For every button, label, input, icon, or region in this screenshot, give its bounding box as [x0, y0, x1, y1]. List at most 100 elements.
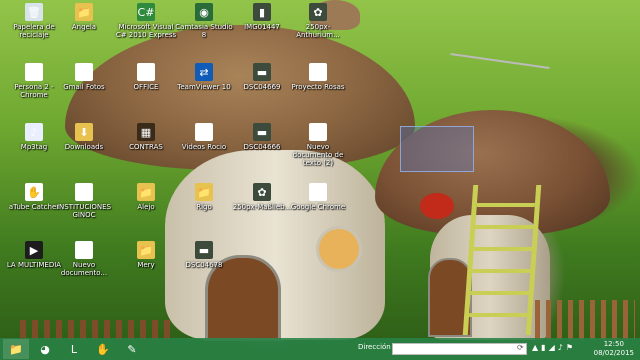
wallpaper-antenna: [450, 53, 550, 69]
wallpaper-small-door: [428, 258, 472, 337]
desktop-icon[interactable]: 📁 Rigo: [172, 183, 236, 211]
desktop-icon-label: Proyecto Rosas: [291, 83, 345, 91]
desktop-icon-label: 250px-Maßlieb...: [232, 203, 292, 211]
address-input[interactable]: [392, 343, 527, 355]
desktop-icon-label: DSC04678: [185, 261, 223, 269]
selection-rectangle: [400, 126, 474, 172]
wallpaper-round-window: [316, 226, 362, 272]
folder-icon: 📁: [137, 183, 155, 201]
desktop-icon[interactable]: ▮ IMG01447: [230, 3, 294, 31]
desktop-icon[interactable]: ▦ CONTRAS: [114, 123, 178, 151]
desktop-icon[interactable]: ◉ Camtasia Studio 8: [172, 3, 236, 39]
desktop-icon[interactable]: ▤ Nuevo documento de texto (2): [286, 123, 350, 167]
file-explorer-icon[interactable]: 📁: [3, 339, 29, 359]
wallpaper-ladybug: [420, 193, 454, 219]
desktop-icon-label: DSC04666: [243, 143, 281, 151]
desktop-icon-label: Mp3tag: [20, 143, 48, 151]
folder-icon: 📁: [75, 3, 93, 21]
word-document-icon: W: [137, 63, 155, 81]
image-icon: ✿: [309, 3, 327, 21]
address-label: Dirección: [358, 343, 391, 351]
desktop-icon[interactable]: W INSTITUCIONES GINOC: [52, 183, 116, 219]
word-document-icon: W: [75, 183, 93, 201]
desktop-icon-label: INSTITUCIONES GINOC: [56, 203, 112, 219]
chrome-icon: ◕: [309, 183, 327, 201]
wallpaper-ladder: [462, 185, 542, 335]
system-tray: ▲ ▮ ◢ ♪ ⚑: [532, 343, 573, 352]
multimedia-icon: ▶: [25, 241, 43, 259]
image-icon: ▬: [253, 123, 271, 141]
recycle-bin-icon: 🗑: [25, 3, 43, 21]
clock-date: 08/02/2015: [593, 349, 634, 357]
wallpaper-fence: [20, 320, 170, 340]
action-center-icon[interactable]: ⚑: [566, 343, 573, 352]
desktop-icon-label: CONTRAS: [129, 143, 163, 151]
chrome-icon[interactable]: ◕: [32, 339, 58, 359]
desktop-icon-label: Nuevo documento de texto (2): [292, 143, 344, 167]
desktop-icon[interactable]: ⇄ TeamViewer 10: [172, 63, 236, 91]
desktop-icon-label: Mery: [137, 261, 155, 269]
document-icon: ▤: [195, 123, 213, 141]
desktop-icon[interactable]: ▬ DSC04678: [172, 241, 236, 269]
lync-icon[interactable]: L: [61, 339, 87, 359]
desktop-icon-label: 250px-Anthurium...: [296, 23, 340, 39]
desktop-icon-label: Downloads: [64, 143, 104, 151]
notes-icon[interactable]: ✎: [119, 339, 145, 359]
wallpaper-small-mushroom-stem: [430, 215, 550, 340]
atube-catcher-icon: ✋: [25, 183, 43, 201]
image-icon: ▬: [195, 241, 213, 259]
desktop-icon[interactable]: ✿ 250px-Anthurium...: [286, 3, 350, 39]
desktop-icon-label: Camtasia Studio 8: [175, 23, 233, 39]
show-hidden-icons-icon[interactable]: ▲: [532, 343, 538, 352]
desktop-icon-label: IMG01447: [244, 23, 280, 31]
desktop-icon[interactable]: ▤ Videos Rocio: [172, 123, 236, 151]
desktop-icon[interactable]: ▬ DSC04669: [230, 63, 294, 91]
image-icon: ▬: [253, 63, 271, 81]
visual-studio-icon: C#: [137, 3, 155, 21]
chrome-icon: ◕: [25, 63, 43, 81]
battery-icon[interactable]: ▮: [541, 343, 545, 352]
folder-icon: 📁: [137, 241, 155, 259]
folder-icon: 📁: [195, 183, 213, 201]
desktop-icon-label: DSC04669: [243, 83, 281, 91]
desktop-icon-label: Rigo: [196, 203, 212, 211]
desktop-icon-label: TeamViewer 10: [177, 83, 231, 91]
wallpaper-fence-right: [535, 300, 635, 340]
taskbar-pinned-apps: 📁 ◕ L ✋ ✎: [0, 339, 145, 359]
desktop-icon[interactable]: ▬ DSC04666: [230, 123, 294, 151]
desktop-icon[interactable]: ⟳ Gmail Fotos: [52, 63, 116, 91]
contras-icon: ▦: [137, 123, 155, 141]
folder-icon: ⬇: [75, 123, 93, 141]
desktop-icon-label: Microsoft Visual C# 2010 Express: [115, 23, 177, 39]
text-document-icon: ▤: [309, 123, 327, 141]
taskbar-clock[interactable]: 12:50 08/02/2015: [594, 340, 634, 358]
desktop-icon-label: Gmail Fotos: [63, 83, 105, 91]
google-photos-icon: ⟳: [75, 63, 93, 81]
desktop-icon[interactable]: W Proyecto Rosas: [286, 63, 350, 91]
desktop-icon[interactable]: 📁 Angela: [52, 3, 116, 31]
desktop-icon-label: Videos Rocio: [181, 143, 227, 151]
atube-catcher-icon[interactable]: ✋: [90, 339, 116, 359]
desktop-icon-label: Angela: [71, 23, 97, 31]
desktop-icon-label: Google Chrome: [290, 203, 346, 211]
desktop-icon[interactable]: W OFFICE: [114, 63, 178, 91]
volume-icon[interactable]: ♪: [558, 343, 563, 352]
desktop-icon[interactable]: ▤ Nuevo documento...: [52, 241, 116, 277]
desktop[interactable]: 🗑 Papelera de reciclaje 📁 Angela C# Microsoft…: [0, 0, 640, 360]
taskbar: 📁 ◕ L ✋ ✎ Dirección ⟳ ▲ ▮ ◢ ♪ ⚑ 12:50 08/02/…: [0, 338, 640, 360]
desktop-icon[interactable]: 📁 Mery: [114, 241, 178, 269]
network-icon[interactable]: ◢: [549, 343, 555, 352]
desktop-icon[interactable]: C# Microsoft Visual C# 2010 Express: [114, 3, 178, 39]
image-icon: ▮: [253, 3, 271, 21]
desktop-icon[interactable]: ◕ Google Chrome: [286, 183, 350, 211]
teamviewer-icon: ⇄: [195, 63, 213, 81]
word-document-icon: W: [309, 63, 327, 81]
address-go-icon[interactable]: ⟳: [517, 343, 524, 352]
camtasia-icon: ◉: [195, 3, 213, 21]
image-icon: ✿: [253, 183, 271, 201]
desktop-icon[interactable]: ⬇ Downloads: [52, 123, 116, 151]
desktop-icon[interactable]: ✿ 250px-Maßlieb...: [230, 183, 294, 211]
desktop-icon-label: OFFICE: [133, 83, 159, 91]
desktop-icon[interactable]: 📁 Alejo: [114, 183, 178, 211]
text-document-icon: ▤: [75, 241, 93, 259]
